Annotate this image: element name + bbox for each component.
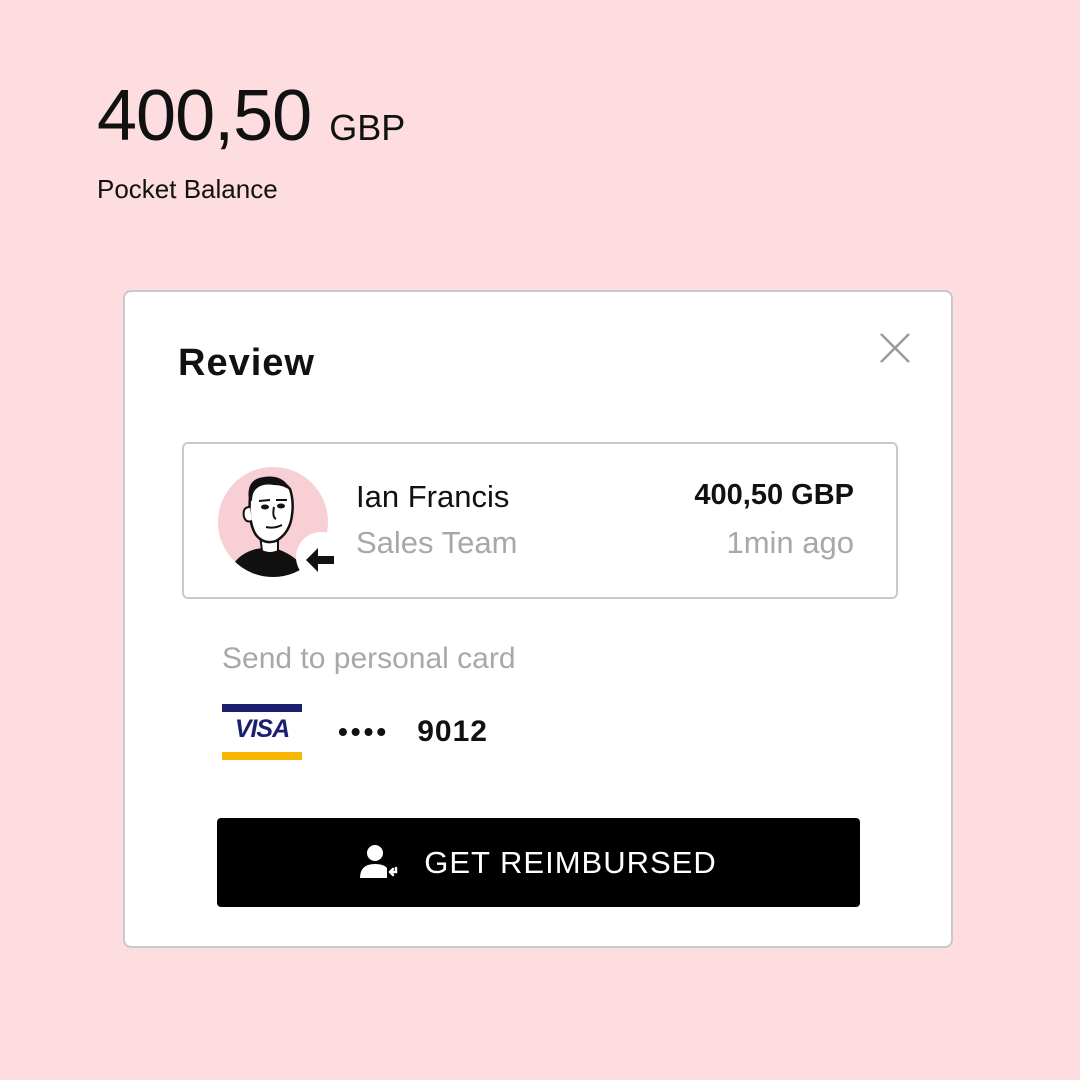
close-button[interactable] [877,330,913,366]
request-amount: 400,50 GBP [694,479,854,511]
card-mask: •••• [338,716,390,747]
requester-team: Sales Team [356,525,518,560]
request-card[interactable]: Ian Francis Sales Team 400,50 GBP 1min a… [182,442,898,599]
request-time: 1min ago [726,525,854,560]
payout-card[interactable]: VISA •••• 9012 [222,704,488,760]
user-reimburse-icon [360,844,398,878]
visa-logo: VISA [222,704,302,760]
card-last4: 9012 [417,715,488,748]
review-modal: Review Ian Francis Sales Team 400,50 GBP… [123,290,953,948]
get-reimbursed-label: GET REIMBURSED [424,844,717,880]
get-reimbursed-button[interactable]: GET REIMBURSED [217,818,860,907]
balance-amount: 400,50 [97,76,312,156]
balance-currency: GBP [329,107,406,148]
modal-title: Review [178,342,315,384]
close-icon [880,333,910,363]
send-to-label: Send to personal card [222,642,516,675]
requester-name: Ian Francis [356,479,510,514]
arrow-left-icon [296,532,346,582]
balance-row: 400,50 GBP [97,80,405,152]
balance-summary: 400,50 GBP Pocket Balance [97,80,405,205]
balance-label: Pocket Balance [97,174,278,204]
